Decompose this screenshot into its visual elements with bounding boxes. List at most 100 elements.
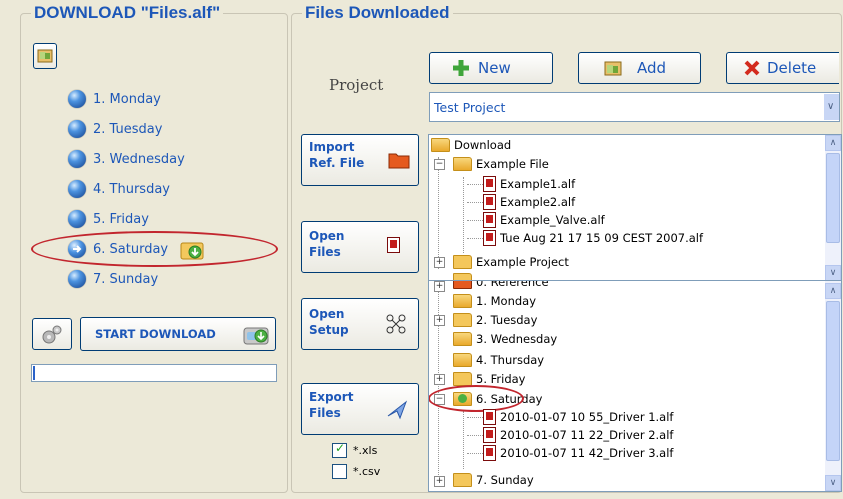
open-folder-icon: [431, 138, 450, 152]
node-label: Example1.alf: [500, 177, 576, 191]
delete-button[interactable]: Delete: [726, 52, 839, 84]
blue-ball-icon: [68, 120, 86, 138]
blue-ball-icon: [68, 270, 86, 288]
new-button[interactable]: New: [429, 52, 553, 84]
blue-ball-icon: [68, 210, 86, 228]
dropdown-arrow-button[interactable]: ∨: [824, 94, 839, 120]
csv-checkbox[interactable]: [332, 463, 347, 479]
vertical-scrollbar[interactable]: ∧ ∨: [825, 135, 841, 281]
download-folder-icon: [453, 392, 472, 406]
export-label-2: Files: [309, 406, 341, 420]
open-files-button[interactable]: Open Files: [301, 221, 419, 273]
gears-icon: [42, 325, 62, 344]
tree-node-file[interactable]: Example2.alf: [483, 193, 575, 211]
tree-node-reference[interactable]: 0. Reference: [453, 281, 549, 291]
tree-node-sunday[interactable]: 7. Sunday: [453, 471, 534, 489]
tree-node-saturday[interactable]: 6. Saturday: [453, 390, 542, 408]
tree-node-friday[interactable]: 5. Friday: [453, 370, 525, 388]
day-item-monday[interactable]: 1. Monday: [68, 89, 161, 109]
new-label: New: [478, 59, 511, 77]
tree-node-monday[interactable]: 1. Monday: [453, 292, 536, 310]
import-label-2: Ref. File: [309, 156, 365, 170]
tree-node-example-file[interactable]: Example File: [453, 155, 549, 173]
node-label: 2010-01-07 11 22_Driver 2.alf: [500, 428, 674, 442]
tree-node-file[interactable]: 2010-01-07 11 22_Driver 2.alf: [483, 426, 673, 444]
tree-node-file[interactable]: Tue Aug 21 17 15 09 CEST 2007.alf: [483, 229, 703, 247]
xls-checkbox-row[interactable]: ✓ *.xls: [332, 441, 378, 458]
csv-checkbox-row[interactable]: *.csv: [332, 463, 380, 479]
node-label: 2010-01-07 11 42_Driver 3.alf: [500, 446, 674, 460]
node-label: 2010-01-07 10 55_Driver 1.alf: [500, 410, 674, 424]
scroll-up-icon[interactable]: ∧: [825, 135, 841, 151]
day-label: 7. Sunday: [93, 271, 159, 287]
day-item-friday[interactable]: 5. Friday: [68, 209, 149, 229]
open-folder-icon: [453, 353, 472, 367]
tree-node-file[interactable]: 2010-01-07 11 42_Driver 3.alf: [483, 444, 673, 462]
tree-node-download[interactable]: Download: [431, 136, 511, 154]
blue-ball-icon: [68, 180, 86, 198]
day-label: 2. Tuesday: [93, 121, 163, 137]
alf-file-icon: [483, 409, 496, 425]
open-setup-label-2: Setup: [309, 323, 349, 337]
open-folder-icon: [37, 49, 53, 63]
collapse-icon[interactable]: −: [434, 159, 445, 170]
download-folder-button[interactable]: [33, 43, 57, 69]
start-download-label: START DOWNLOAD: [95, 327, 216, 341]
tree-node-example-project[interactable]: Example Project: [453, 253, 569, 271]
node-label: 4. Thursday: [476, 353, 545, 367]
scroll-up-icon[interactable]: ∧: [825, 283, 841, 299]
scrollbar-thumb[interactable]: [826, 301, 840, 461]
vertical-scrollbar[interactable]: ∧ ∨: [825, 281, 841, 491]
alf-file-icon: [483, 176, 496, 192]
folder-icon: [453, 372, 472, 386]
expand-icon[interactable]: +: [434, 374, 445, 385]
day-item-saturday[interactable]: 6. Saturday: [68, 239, 168, 259]
tree-node-thursday[interactable]: 4. Thursday: [453, 351, 544, 369]
day-item-sunday[interactable]: 7. Sunday: [68, 269, 158, 289]
expand-icon[interactable]: +: [434, 315, 445, 326]
tree-node-file[interactable]: 2010-01-07 10 55_Driver 1.alf: [483, 408, 673, 426]
alf-file-icon: [483, 427, 496, 443]
folder-icon: [453, 313, 472, 327]
start-download-button[interactable]: START DOWNLOAD: [80, 317, 276, 351]
expand-icon[interactable]: +: [434, 281, 445, 292]
delete-x-icon: [744, 60, 760, 76]
day-item-wednesday[interactable]: 3. Wednesday: [68, 149, 185, 169]
day-label: 4. Thursday: [93, 181, 170, 197]
blue-ball-icon: [68, 150, 86, 168]
red-folder-icon: [453, 281, 472, 289]
download-tree[interactable]: Download − Example File Example1.alf Exa…: [428, 134, 842, 282]
import-ref-file-button[interactable]: Import Ref. File: [301, 134, 419, 186]
project-select[interactable]: Test Project ∨: [429, 92, 840, 122]
expand-icon[interactable]: +: [434, 476, 445, 487]
day-label: 1. Monday: [93, 91, 161, 107]
tree-node-file[interactable]: Example1.alf: [483, 175, 575, 193]
day-label: 3. Wednesday: [93, 151, 185, 167]
open-setup-button[interactable]: Open Setup: [301, 298, 419, 350]
day-item-tuesday[interactable]: 2. Tuesday: [68, 119, 162, 139]
scroll-down-icon[interactable]: ∨: [825, 475, 841, 491]
tree-node-tuesday[interactable]: 2. Tuesday: [453, 311, 537, 329]
node-label: 5. Friday: [476, 372, 526, 386]
expand-icon[interactable]: +: [434, 257, 445, 268]
export-label-1: Export: [309, 390, 354, 404]
node-label: 3. Wednesday: [476, 332, 558, 346]
tree-node-file[interactable]: Example_Valve.alf: [483, 211, 605, 229]
xls-label: *.xls: [353, 443, 378, 457]
chevron-down-icon: ∨: [827, 101, 835, 112]
day-item-thursday[interactable]: 4. Thursday: [68, 179, 170, 199]
scrollbar-thumb[interactable]: [826, 153, 840, 243]
node-label: Example File: [476, 157, 549, 171]
folder-icon: [453, 255, 472, 269]
tree-node-wednesday[interactable]: 3. Wednesday: [453, 330, 557, 348]
scroll-down-icon[interactable]: ∨: [825, 265, 841, 281]
node-label: 7. Sunday: [476, 473, 534, 487]
csv-label: *.csv: [353, 464, 381, 478]
settings-button[interactable]: [32, 318, 72, 350]
download-group-title: DOWNLOAD "Files.alf": [31, 4, 224, 22]
export-files-button[interactable]: Export Files: [301, 383, 419, 435]
days-tree[interactable]: 0. Reference + 1. Monday + 2. Tuesday 3.…: [428, 280, 842, 492]
collapse-icon[interactable]: −: [434, 394, 445, 405]
xls-checkbox[interactable]: ✓: [332, 441, 347, 458]
add-button[interactable]: Add: [578, 52, 701, 84]
